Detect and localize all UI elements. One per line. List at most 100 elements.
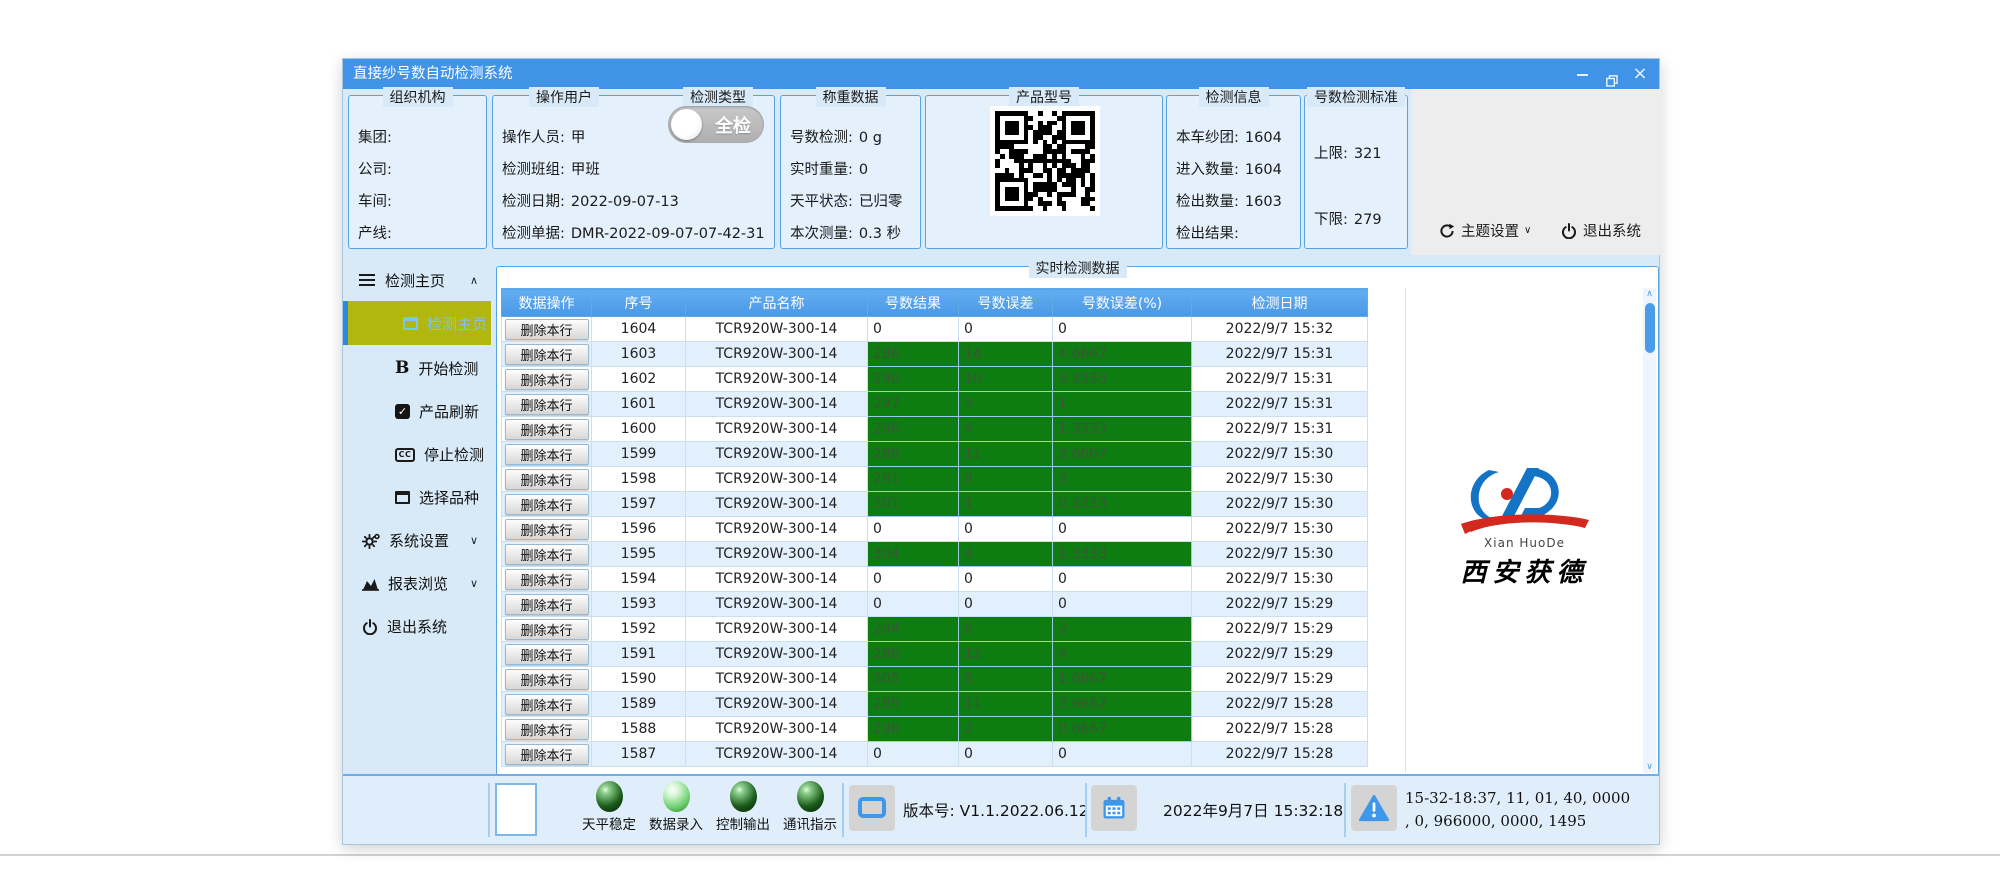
delete-row-button[interactable]: 删除本行: [505, 719, 589, 740]
restore-button[interactable]: [1599, 59, 1625, 89]
sidebar-group-header[interactable]: 检测主页 ∧: [343, 261, 491, 299]
delete-row-button[interactable]: 删除本行: [505, 619, 589, 640]
sidebar-item-system-settings[interactable]: 系统设置 ∨: [343, 519, 491, 562]
cell-error_pct: 3: [1053, 467, 1192, 492]
cell-error: 0: [959, 742, 1053, 767]
cell-result: 0: [868, 317, 959, 342]
sidebar-item-home[interactable]: 检测主页: [343, 301, 491, 345]
led-data-entry: 数据录入: [644, 781, 708, 833]
close-button[interactable]: ×: [1627, 59, 1653, 89]
delete-row-button[interactable]: 删除本行: [505, 444, 589, 465]
sidebar-item-report-browse[interactable]: 报表浏览 ∨: [343, 562, 491, 605]
sidebar-item-exit-system[interactable]: 退出系统: [343, 605, 491, 648]
product-model-groupbox: 产品型号: [925, 95, 1163, 249]
cell-product: TCR920W-300-14: [686, 367, 868, 392]
gear-icon: [362, 533, 380, 549]
status-input[interactable]: [495, 783, 537, 836]
chart-icon: [362, 577, 379, 591]
cell-seq: 1590: [592, 667, 686, 692]
led-comm-indicator: 通讯指示: [778, 781, 842, 833]
delete-row-button[interactable]: 删除本行: [505, 319, 589, 340]
field-row: 检出数量:1603: [1176, 192, 1296, 212]
cell-result: 0: [868, 592, 959, 617]
full-inspection-toggle[interactable]: 全检: [668, 106, 764, 143]
minimize-button[interactable]: [1569, 59, 1595, 89]
cell-result: 296: [868, 417, 959, 442]
scrollbar-thumb[interactable]: [1645, 303, 1655, 353]
delete-row-button[interactable]: 删除本行: [505, 694, 589, 715]
cell-seq: 1597: [592, 492, 686, 517]
cell-result: 0: [868, 567, 959, 592]
column-header[interactable]: 检测日期: [1192, 289, 1368, 317]
cell-seq: 1588: [592, 717, 686, 742]
sidebar-item-select-variety[interactable]: 选择品种: [343, 476, 491, 519]
chevron-down-icon: ∨: [470, 577, 478, 590]
cell-error_pct: 3.6667: [1053, 692, 1192, 717]
chevron-down-icon: ∨: [470, 534, 478, 547]
column-header[interactable]: 数据操作: [502, 289, 592, 317]
delete-row-button[interactable]: 删除本行: [505, 594, 589, 615]
column-header[interactable]: 号数误差: [959, 289, 1053, 317]
vertical-scrollbar[interactable]: ∧ ∨: [1643, 288, 1656, 773]
top-panel: 组织机构 集团: 公司: 车间: 产线: 操作用户 检测类型 操作人员:甲 检测…: [343, 89, 1659, 255]
cell-result: 288: [868, 642, 959, 667]
cell-seq: 1598: [592, 467, 686, 492]
cell-date: 2022/9/7 15:31: [1192, 392, 1368, 417]
cell-error_pct: 0: [1053, 517, 1192, 542]
cell-action: 删除本行: [502, 492, 592, 517]
led-icon: [596, 781, 623, 812]
delete-row-button[interactable]: 删除本行: [505, 744, 589, 765]
delete-row-button[interactable]: 删除本行: [505, 519, 589, 540]
cell-action: 删除本行: [502, 567, 592, 592]
cell-error: 4: [959, 542, 1053, 567]
scroll-down-icon[interactable]: ∨: [1643, 762, 1656, 772]
delete-row-button[interactable]: 删除本行: [505, 544, 589, 565]
groupbox-title: 操作用户: [529, 87, 599, 107]
delete-row-button[interactable]: 删除本行: [505, 644, 589, 665]
cell-product: TCR920W-300-14: [686, 617, 868, 642]
cc-icon: CC: [395, 448, 415, 462]
table-row: 删除本行1590TCR920W-300-1430551.66672022/9/7…: [502, 667, 1368, 692]
sidebar-item-product-refresh[interactable]: ✓ 产品刷新: [343, 390, 491, 433]
cell-error: 2: [959, 717, 1053, 742]
calendar-icon: [1100, 794, 1128, 822]
calendar-iconbox: [1091, 785, 1137, 831]
cell-result: 290: [868, 367, 959, 392]
sidebar-item-start-detection[interactable]: B 开始检测: [343, 347, 491, 390]
cell-error_pct: 3.6667: [1053, 442, 1192, 467]
field-row: 车间:: [358, 192, 482, 212]
delete-row-button[interactable]: 删除本行: [505, 669, 589, 690]
cell-date: 2022/9/7 15:30: [1192, 467, 1368, 492]
delete-row-button[interactable]: 删除本行: [505, 469, 589, 490]
delete-row-button[interactable]: 删除本行: [505, 394, 589, 415]
field-row: 号数检测:0 g: [790, 128, 916, 148]
field-row: 公司:: [358, 160, 482, 180]
delete-row-button[interactable]: 删除本行: [505, 419, 589, 440]
column-header[interactable]: 序号: [592, 289, 686, 317]
cell-error: 11: [959, 442, 1053, 467]
sidebar-item-stop-detection[interactable]: CC 停止检测: [343, 433, 491, 476]
cell-date: 2022/9/7 15:29: [1192, 667, 1368, 692]
scroll-up-icon[interactable]: ∧: [1643, 289, 1656, 299]
theme-settings-button[interactable]: 主题设置 ∨: [1439, 220, 1531, 241]
column-header[interactable]: 号数误差(%): [1053, 289, 1192, 317]
cell-product: TCR920W-300-14: [686, 417, 868, 442]
column-header[interactable]: 产品名称: [686, 289, 868, 317]
logo-text-en: Xian HuoDe: [1406, 536, 1643, 550]
column-header[interactable]: 号数结果: [868, 289, 959, 317]
cell-date: 2022/9/7 15:28: [1192, 717, 1368, 742]
operator-groupbox: 操作用户 检测类型 操作人员:甲 检测班组:甲班 检测日期:2022-09-07…: [492, 95, 775, 249]
delete-row-button[interactable]: 删除本行: [505, 494, 589, 515]
toggle-knob-icon: [671, 109, 702, 140]
cell-action: 删除本行: [502, 592, 592, 617]
cell-error_pct: 1.3333: [1053, 542, 1192, 567]
delete-row-button[interactable]: 删除本行: [505, 369, 589, 390]
cell-action: 删除本行: [502, 442, 592, 467]
delete-row-button[interactable]: 删除本行: [505, 569, 589, 590]
cell-action: 删除本行: [502, 742, 592, 767]
exit-system-button[interactable]: 退出系统: [1561, 220, 1641, 241]
delete-row-button[interactable]: 删除本行: [505, 344, 589, 365]
cell-result: 298: [868, 717, 959, 742]
power-icon: [1561, 223, 1577, 239]
organization-groupbox: 组织机构 集团: 公司: 车间: 产线:: [348, 95, 487, 249]
